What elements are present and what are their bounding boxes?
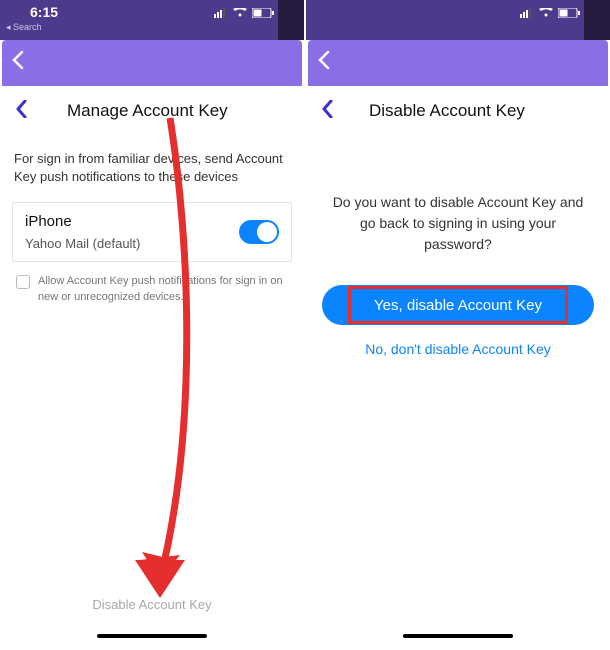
back-button[interactable] [16, 100, 27, 122]
status-time: 6:15 [30, 4, 58, 20]
home-indicator[interactable] [403, 634, 513, 638]
purple-header [308, 40, 608, 86]
back-button[interactable] [322, 100, 333, 122]
page-title: Manage Account Key [67, 101, 288, 121]
allow-notifications-row[interactable]: Allow Account Key push notifications for… [12, 274, 292, 305]
home-indicator[interactable] [97, 634, 207, 638]
confirmation-prompt: Do you want to disable Account Key and g… [318, 142, 598, 279]
status-icons [520, 8, 580, 18]
breadcrumb-search[interactable]: ◂ Search [6, 22, 42, 33]
description-text: For sign in from familiar devices, send … [14, 150, 290, 186]
page-title: Disable Account Key [369, 101, 594, 121]
purple-header [2, 40, 302, 86]
status-bar: 6:15 ◂ Search [0, 0, 304, 40]
status-icons [214, 8, 274, 18]
device-toggle[interactable] [239, 220, 279, 244]
no-dont-disable-link[interactable]: No, don't disable Account Key [318, 341, 598, 357]
yes-disable-button[interactable]: Yes, disable Account Key [322, 285, 594, 325]
screen-disable-account-key: Disable Account Key Do you want to disab… [304, 0, 610, 650]
disable-account-key-link[interactable]: Disable Account Key [12, 597, 292, 612]
allow-label: Allow Account Key push notifications for… [38, 274, 288, 305]
allow-checkbox[interactable] [16, 275, 30, 289]
device-name: iPhone [25, 213, 239, 230]
yes-disable-label: Yes, disable Account Key [374, 297, 542, 314]
device-subtitle: Yahoo Mail (default) [25, 236, 239, 251]
title-bar: Manage Account Key [0, 86, 304, 136]
back-chevron-icon[interactable] [318, 51, 330, 75]
screen-manage-account-key: 6:15 ◂ Search Manage Account Key For sig… [0, 0, 304, 650]
device-card: iPhone Yahoo Mail (default) [12, 202, 292, 262]
status-bar [306, 0, 610, 40]
back-chevron-icon[interactable] [12, 51, 24, 75]
title-bar: Disable Account Key [306, 86, 610, 136]
